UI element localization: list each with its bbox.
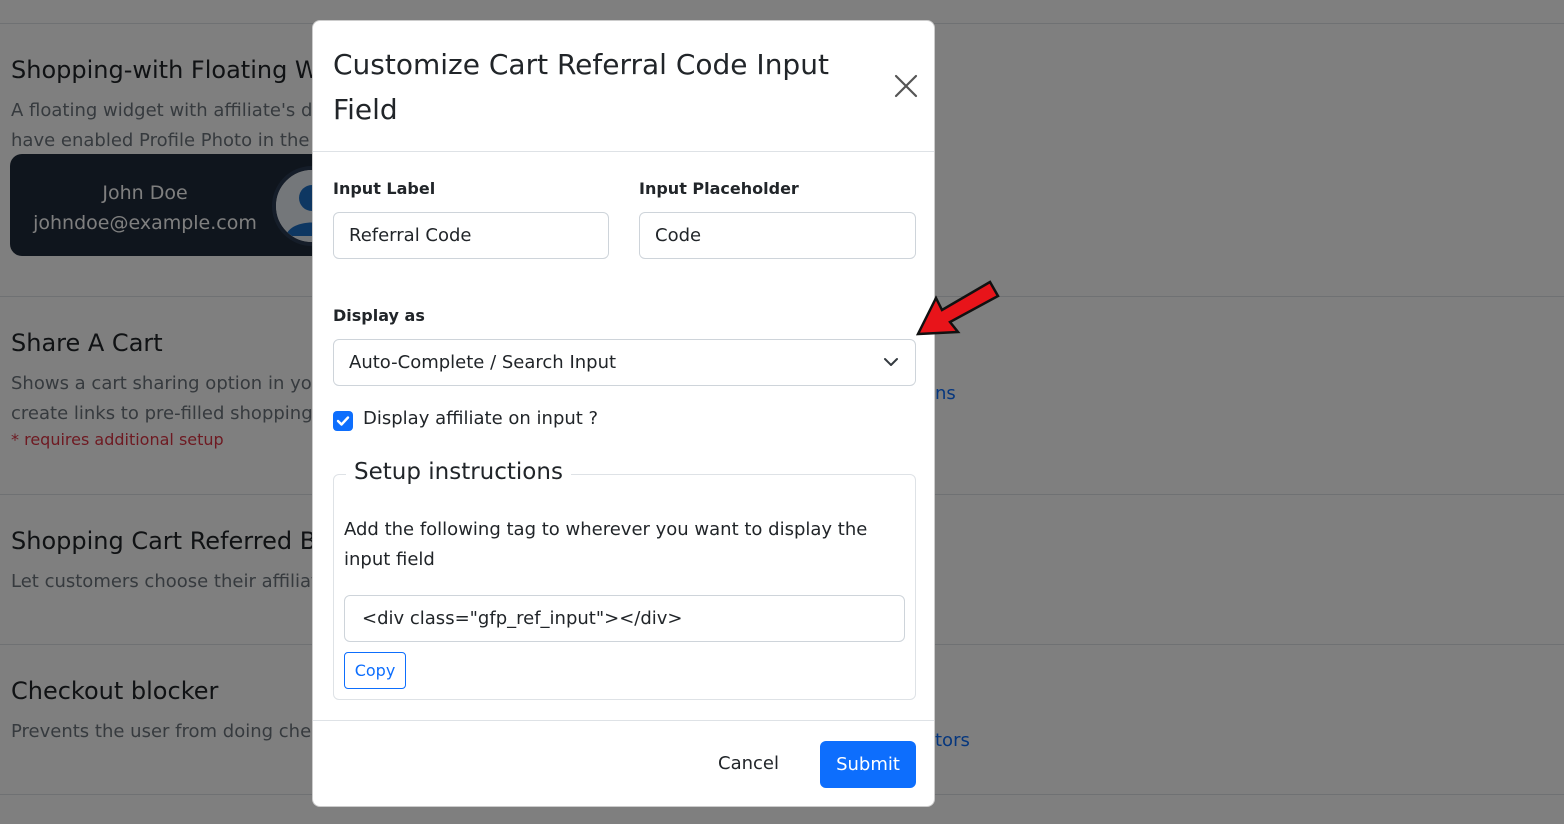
cancel-button[interactable]: Cancel: [718, 749, 779, 779]
close-button[interactable]: [891, 71, 921, 101]
display-as-select[interactable]: Auto-Complete / Search Input: [333, 339, 916, 386]
display-as-selected-value: Auto-Complete / Search Input: [349, 352, 617, 373]
close-icon: [894, 74, 918, 98]
input-placeholder-field[interactable]: Code: [639, 212, 916, 259]
setup-instructions-fieldset: Setup instructions Add the following tag…: [333, 459, 916, 700]
modal-title: Customize Cart Referral Code Input Field: [333, 48, 829, 126]
copy-button[interactable]: Copy: [344, 652, 406, 689]
display-affiliate-checkbox[interactable]: [333, 411, 353, 431]
input-label-label: Input Label: [333, 179, 436, 198]
input-placeholder-label: Input Placeholder: [639, 179, 799, 198]
submit-button[interactable]: Submit: [820, 741, 916, 788]
embed-code-field[interactable]: <div class="gfp_ref_input"></div>: [344, 595, 905, 642]
display-affiliate-label[interactable]: Display affiliate on input ?: [363, 408, 598, 429]
input-label-field[interactable]: Referral Code: [333, 212, 609, 259]
setup-instructions-legend: Setup instructions: [346, 459, 571, 485]
checkmark-icon: [336, 416, 350, 426]
customize-input-modal: Customize Cart Referral Code Input Field…: [312, 20, 935, 807]
modal-footer: Cancel Submit: [313, 720, 934, 808]
setup-instructions-text: Add the following tag to wherever you wa…: [344, 519, 868, 570]
chevron-down-icon: [884, 358, 898, 366]
display-as-label: Display as: [333, 306, 425, 325]
modal-header: Customize Cart Referral Code Input Field: [313, 21, 934, 152]
annotation-arrow-icon: [915, 280, 1000, 336]
